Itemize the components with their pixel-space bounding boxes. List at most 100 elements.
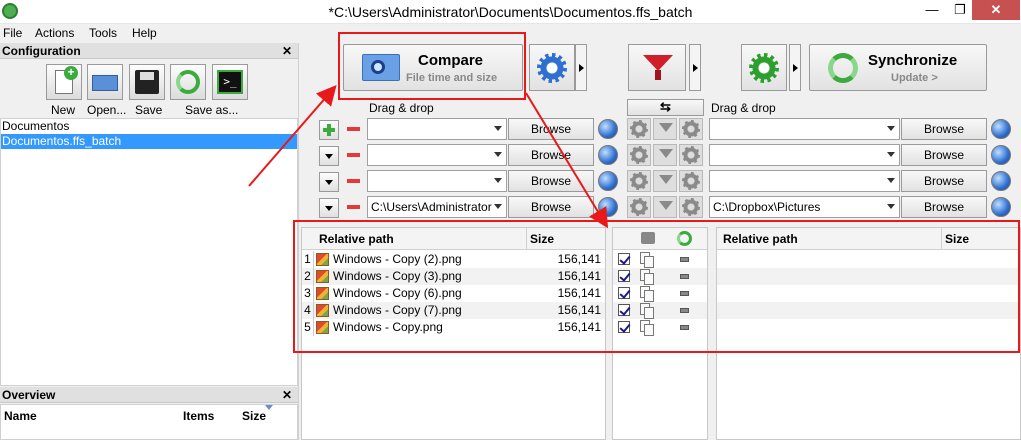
swap-sides-button[interactable]: ⇆ [627,99,704,116]
synchronize-button[interactable]: Synchronize Update > [809,44,987,91]
left-browse-button[interactable]: Browse [508,144,594,166]
left-cloud-globe-icon[interactable] [598,171,618,191]
add-icon: + [64,66,78,80]
pair-filter-button[interactable] [653,144,677,166]
funnel-icon [659,201,673,210]
left-browse-button[interactable]: Browse [508,170,594,192]
minus-icon [347,179,360,183]
right-browse-button[interactable]: Browse [901,118,987,140]
chevron-down-icon [887,178,895,183]
open-config-button[interactable] [87,64,123,100]
pair-filter-button[interactable] [653,196,677,218]
config-item-documentos-batch[interactable]: Documentos.ffs_batch [1,134,297,149]
save-as-batch-button[interactable]: >_ [212,64,248,100]
minus-icon [347,205,360,209]
left-folder-input[interactable] [367,170,507,192]
pair-sync-settings-button[interactable] [679,170,703,192]
pair-sync-settings-button[interactable] [679,196,703,218]
save-as-label: Save as... [185,103,239,117]
right-drag-drop-label: Drag & drop [711,101,776,115]
right-browse-button[interactable]: Browse [901,196,987,218]
chevron-down-icon [494,152,502,157]
new-label: New [51,103,76,117]
remove-folder-pair-button[interactable] [344,120,364,140]
chevron-down-icon [887,126,895,131]
chevron-down-icon [325,154,333,159]
gear-icon [537,53,567,83]
pair-filter-button[interactable] [653,170,677,192]
compare-dropdown-arrow[interactable] [575,44,587,91]
left-cloud-globe-icon[interactable] [598,197,618,217]
add-folder-pair-button[interactable] [319,120,339,140]
plus-icon [323,124,335,136]
folder-pair-menu-button[interactable] [319,146,339,166]
new-config-button[interactable]: + [46,64,82,100]
sync-icon [828,53,858,83]
right-folder-input[interactable] [709,170,900,192]
overview-col-size[interactable]: Size [242,409,266,423]
compare-settings-button[interactable] [529,44,575,91]
menu-help[interactable]: Help [132,26,157,40]
sync-settings-button[interactable] [741,44,787,91]
right-cloud-globe-icon[interactable] [991,197,1011,217]
pair-sync-settings-button[interactable] [679,144,703,166]
remove-folder-pair-button[interactable] [344,172,364,192]
overview-table: Name Items Size [0,404,298,440]
gear-icon [682,120,700,138]
pair-compare-settings-button[interactable] [627,144,651,166]
pair-filter-button[interactable] [653,118,677,140]
right-cloud-globe-icon[interactable] [991,119,1011,139]
save-config-button[interactable] [129,64,165,100]
window-title: *C:\Users\Administrator\Documents\Docume… [328,4,693,20]
pair-compare-settings-button[interactable] [627,118,651,140]
overview-title: Overview [2,388,56,402]
left-browse-button[interactable]: Browse [508,118,594,140]
overview-close-icon[interactable]: ✕ [282,387,292,403]
gear-icon [682,146,700,164]
left-cloud-globe-icon[interactable] [598,145,618,165]
gear-icon [749,53,779,83]
right-cloud-globe-icon[interactable] [991,145,1011,165]
configuration-close-icon[interactable]: ✕ [282,43,292,59]
synchronize-title: Synchronize [868,52,958,69]
remove-folder-pair-button[interactable] [344,198,364,218]
minimize-button[interactable]: — [918,0,946,20]
left-folder-path: C:\Users\Administrator [371,200,492,214]
right-browse-button[interactable]: Browse [901,170,987,192]
pair-compare-settings-button[interactable] [627,170,651,192]
save-as-sync-button[interactable] [170,64,206,100]
right-folder-input[interactable] [709,144,900,166]
remove-folder-pair-button[interactable] [344,146,364,166]
folder-pair-menu-button[interactable] [319,172,339,192]
menu-actions[interactable]: Actions [35,26,74,40]
config-item-documentos[interactable]: Documentos [1,119,297,134]
filter-dropdown-arrow[interactable] [689,44,701,91]
pair-sync-settings-button[interactable] [679,118,703,140]
close-button[interactable]: ✕ [972,0,1020,20]
right-browse-button[interactable]: Browse [901,144,987,166]
left-cloud-globe-icon[interactable] [598,119,618,139]
left-folder-input[interactable] [367,118,507,140]
right-cloud-globe-icon[interactable] [991,171,1011,191]
right-folder-input[interactable]: C:\Dropbox\Pictures [709,196,900,218]
menu-tools[interactable]: Tools [89,26,117,40]
overview-col-name[interactable]: Name [4,409,37,423]
sync-dropdown-arrow[interactable] [789,44,801,91]
funnel-icon [643,55,673,71]
overview-col-items[interactable]: Items [183,409,214,423]
left-folder-input[interactable]: C:\Users\Administrator [367,196,507,218]
maximize-button[interactable]: ❐ [946,0,974,20]
minus-icon [347,153,360,157]
left-folder-input[interactable] [367,144,507,166]
sort-descending-icon [265,405,273,410]
right-folder-input[interactable] [709,118,900,140]
left-browse-button[interactable]: Browse [508,196,594,218]
filter-button[interactable] [628,44,686,91]
folder-pair-menu-button[interactable] [319,198,339,218]
results-highlight-box [293,220,1020,353]
menu-file[interactable]: File [3,26,22,40]
pair-compare-settings-button[interactable] [627,196,651,218]
terminal-icon: >_ [217,70,243,94]
funnel-icon [659,175,673,184]
right-folder-path: C:\Dropbox\Pictures [713,200,821,214]
